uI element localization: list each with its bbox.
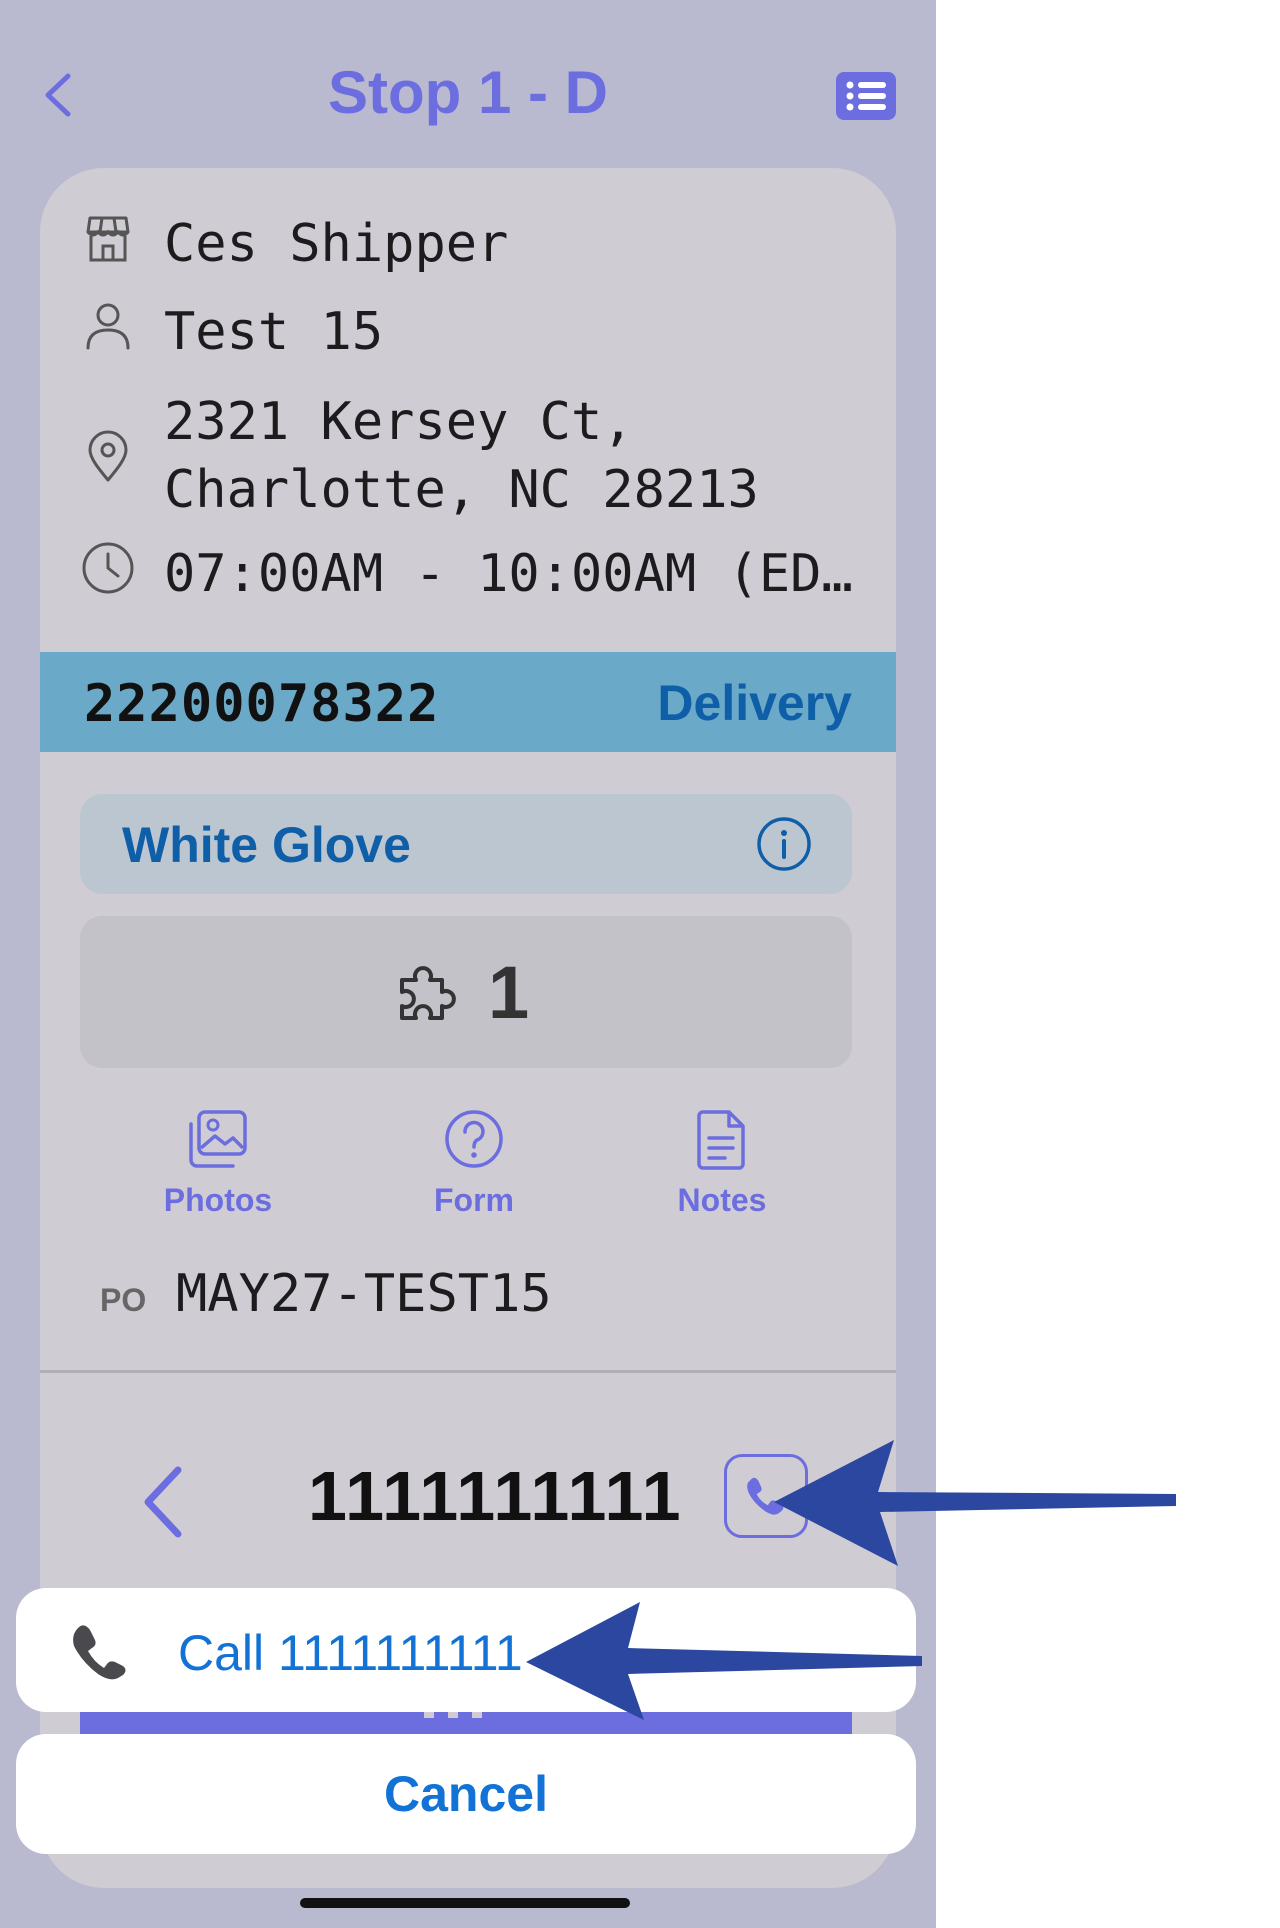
phone-number: 1111111111 — [308, 1457, 683, 1535]
chevron-left-icon[interactable] — [138, 1462, 188, 1542]
cancel-button[interactable]: Cancel — [16, 1734, 916, 1854]
photos-button[interactable]: Photos — [118, 1108, 318, 1219]
question-icon — [445, 1110, 503, 1168]
shipper-name: Ces Shipper — [164, 214, 509, 274]
form-label: Form — [434, 1182, 514, 1218]
photos-label: Photos — [163, 1182, 273, 1218]
service-level-label: White Glove — [122, 817, 411, 873]
annotation-arrow-icon — [774, 1440, 1176, 1566]
order-number: 22200078322 — [84, 674, 440, 734]
annotation-arrow-icon — [526, 1602, 922, 1720]
store-icon — [86, 216, 130, 262]
contact-row: Test 15 — [80, 298, 383, 366]
phone-icon — [73, 1625, 126, 1680]
cancel-label: Cancel — [384, 1766, 548, 1822]
page-title: Stop 1 - D — [328, 59, 608, 126]
address: 2321 Kersey Ct, Charlotte, NC 28213 — [164, 392, 759, 520]
location-pin-icon — [88, 430, 128, 482]
po-value: MAY27-TEST15 — [176, 1264, 552, 1324]
photos-icon — [189, 1110, 247, 1168]
order-type: Delivery — [657, 675, 852, 731]
puzzle-icon — [400, 966, 456, 1020]
pieces-count-box[interactable]: 1 — [80, 916, 852, 1068]
info-icon[interactable] — [756, 816, 812, 872]
call-label: Call 1111111111 — [178, 1625, 523, 1681]
form-button[interactable]: Form — [374, 1108, 574, 1219]
pieces-count: 1 — [488, 951, 530, 1034]
shipper-row: Ces Shipper — [80, 210, 508, 278]
time-window-row: 07:00AM - 10:00AM (ED… — [80, 540, 853, 608]
list-icon[interactable] — [836, 72, 896, 120]
clock-icon — [82, 542, 134, 594]
order-band: 22200078322 Delivery — [40, 652, 896, 752]
address-row[interactable]: 2321 Kersey Ct, Charlotte, NC 28213 — [80, 388, 759, 524]
divider — [40, 1370, 896, 1373]
po-label: PO — [100, 1282, 147, 1318]
service-level-banner[interactable]: White Glove — [80, 794, 852, 894]
contact-name: Test 15 — [164, 302, 384, 362]
notes-label: Notes — [677, 1182, 767, 1218]
home-indicator — [300, 1898, 630, 1908]
notes-button[interactable]: Notes — [622, 1108, 822, 1219]
person-icon — [86, 303, 130, 350]
time-window: 07:00AM - 10:00AM (ED… — [164, 544, 853, 604]
notes-icon — [697, 1110, 745, 1170]
